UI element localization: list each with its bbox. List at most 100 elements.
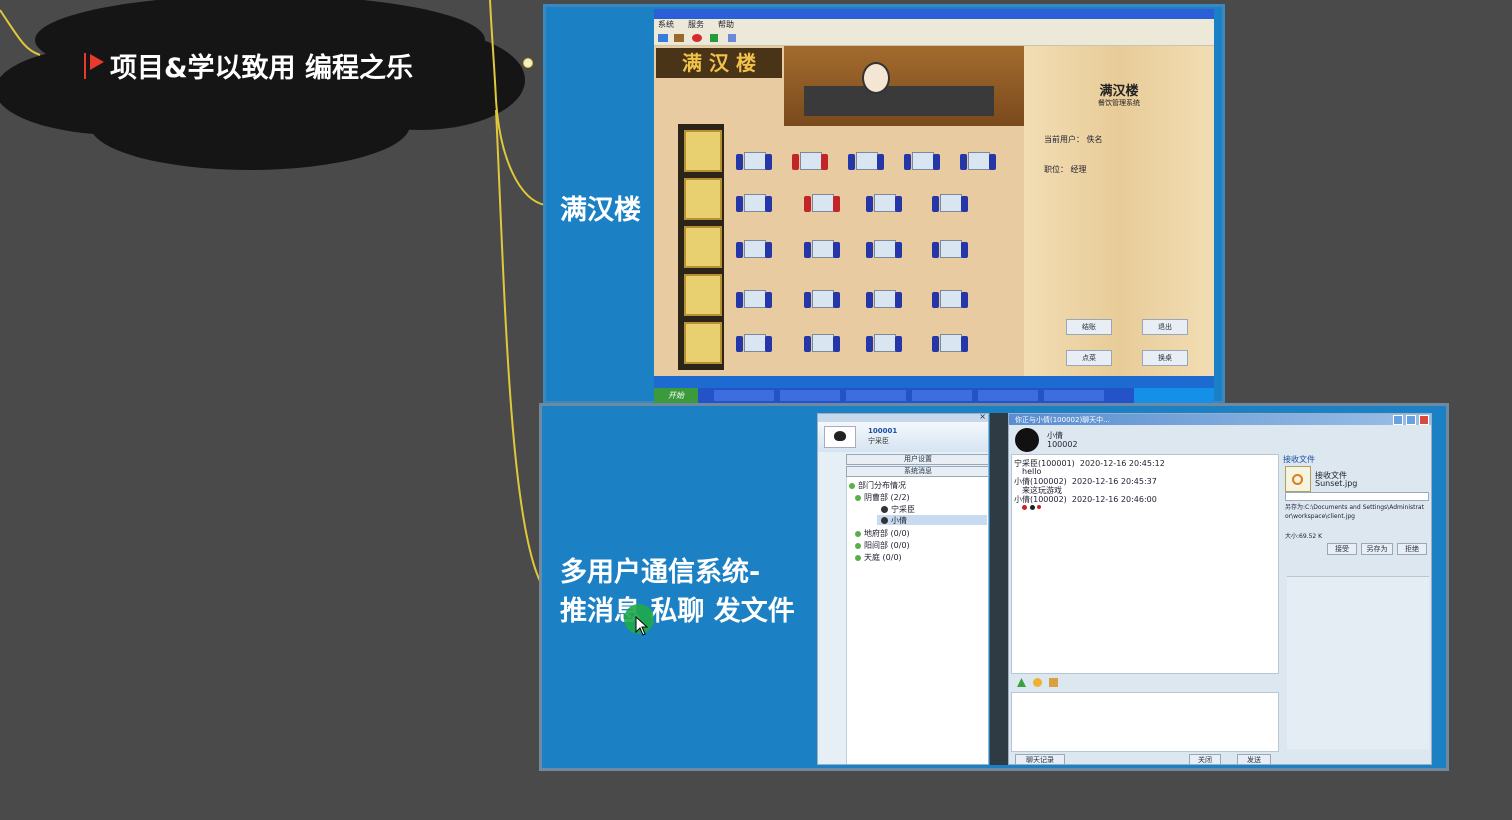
menu-help[interactable]: 帮助 xyxy=(718,19,734,31)
root-node-label[interactable]: 项目&学以致用 编程之乐 xyxy=(84,46,413,85)
role-label: 职位： 经理 xyxy=(1044,165,1087,174)
progress-bar xyxy=(1285,492,1429,501)
file-size: 大小:69.52 K xyxy=(1285,533,1323,540)
start-button[interactable]: 开始 xyxy=(654,388,698,403)
maximize-icon[interactable] xyxy=(1406,415,1416,425)
user-id: 100001 xyxy=(868,427,898,435)
image-icon[interactable] xyxy=(1049,678,1058,687)
peer-avatar xyxy=(1015,428,1039,452)
menu-service[interactable]: 服务 xyxy=(688,19,704,31)
user-avatar-icon xyxy=(881,506,888,513)
profile-header: 100001 宁采臣 xyxy=(818,422,988,452)
message-history[interactable]: 宁采臣(100001) 2020-12-16 20:45:12 hello 小倩… xyxy=(1011,454,1279,674)
taskbar-item[interactable] xyxy=(912,390,972,401)
table[interactable] xyxy=(804,328,840,358)
collapse-dot[interactable] xyxy=(523,58,533,68)
taskbar-item[interactable] xyxy=(714,390,774,401)
window-titlebar: 你正与小倩(100002)聊天中... xyxy=(1009,414,1431,425)
panel-title: 满汉楼 xyxy=(1099,84,1139,99)
table[interactable] xyxy=(736,284,772,314)
table[interactable] xyxy=(848,146,884,176)
file-receive-panel: 接收文件 接收文件 Sunset.jpg 另存为:C:\Documents an… xyxy=(1281,454,1431,574)
status-bar xyxy=(654,376,1214,388)
toolbar-icon[interactable] xyxy=(710,34,718,42)
file-name: Sunset.jpg xyxy=(1315,479,1358,488)
message-input[interactable] xyxy=(1011,692,1279,752)
send-button[interactable]: 发送 xyxy=(1237,754,1271,764)
group-icon xyxy=(855,494,861,501)
taskbar-item[interactable] xyxy=(1044,390,1104,401)
tree-node-department[interactable]: 阳间部 (0/0) xyxy=(855,540,910,551)
exit-button[interactable]: 退出 xyxy=(1142,319,1188,335)
toolbar-icon[interactable] xyxy=(674,34,684,42)
table[interactable] xyxy=(792,146,828,176)
user-settings-button[interactable]: 用户设置 xyxy=(846,454,988,465)
table[interactable] xyxy=(736,146,772,176)
window-gap xyxy=(990,413,1008,765)
avatar[interactable] xyxy=(824,426,856,448)
message-header: 小倩(100002) 2020-12-16 20:46:00 xyxy=(1014,495,1157,504)
font-icon[interactable] xyxy=(1017,678,1026,687)
chat-window-title: 你正与小倩(100002)聊天中... xyxy=(1015,416,1110,424)
topic-label-chat-line1: 多用户通信系统- xyxy=(560,557,761,588)
flag-icon xyxy=(84,52,86,79)
order-button[interactable]: 点菜 xyxy=(1066,350,1112,366)
reject-file-button[interactable]: 拒绝 xyxy=(1397,543,1427,555)
chat-window: 你正与小倩(100002)聊天中... 小倩 100002 宁采臣(100001… xyxy=(1008,413,1432,765)
emoji-icon[interactable] xyxy=(1033,678,1042,687)
accept-file-button[interactable]: 接受 xyxy=(1327,543,1357,555)
tree-node-department[interactable]: 阴曹部 (2/2) xyxy=(855,492,910,503)
table[interactable] xyxy=(932,328,968,358)
table[interactable] xyxy=(866,188,902,218)
close-icon[interactable]: × xyxy=(979,414,986,421)
chat-history-button[interactable]: 聊天记录 xyxy=(1015,754,1065,764)
table[interactable] xyxy=(804,188,840,218)
table[interactable] xyxy=(866,234,902,264)
save-as-button[interactable]: 另存为 xyxy=(1361,543,1393,555)
host-avatar xyxy=(862,62,890,94)
toolbar-icon[interactable] xyxy=(728,34,736,42)
checkout-button[interactable]: 结账 xyxy=(1066,319,1112,335)
topic-card-restaurant[interactable]: 满汉楼 系统 服务 帮助 满 汉 楼 满汉楼 餐饮管理系统 当前用户： 佚名 职… xyxy=(543,4,1225,404)
taskbar-item[interactable] xyxy=(978,390,1038,401)
table[interactable] xyxy=(736,188,772,218)
menu-system[interactable]: 系统 xyxy=(658,19,674,31)
os-taskbar: 开始 xyxy=(654,388,1214,403)
change-table-button[interactable]: 换桌 xyxy=(1142,350,1188,366)
system-messages-button[interactable]: 系统消息 xyxy=(846,466,988,477)
table[interactable] xyxy=(932,188,968,218)
tree-node-user-selected[interactable]: 小倩 xyxy=(877,515,987,525)
table[interactable] xyxy=(904,146,940,176)
info-panel: 满汉楼 餐饮管理系统 当前用户： 佚名 职位： 经理 结账 退出 点菜 换桌 xyxy=(1024,46,1214,376)
root-cloud-node[interactable] xyxy=(0,0,525,170)
window-titlebar: × xyxy=(818,414,988,422)
mouse-cursor-icon xyxy=(635,616,649,636)
window-titlebar xyxy=(654,9,1214,19)
heart-icon[interactable] xyxy=(692,34,702,42)
tree-node-department[interactable]: 天庭 (0/0) xyxy=(855,552,902,563)
table[interactable] xyxy=(804,234,840,264)
close-icon[interactable] xyxy=(1419,415,1429,425)
table[interactable] xyxy=(932,284,968,314)
table[interactable] xyxy=(804,284,840,314)
table[interactable] xyxy=(866,328,902,358)
table[interactable] xyxy=(736,328,772,358)
taskbar-item[interactable] xyxy=(780,390,840,401)
topic-card-chat[interactable]: 多用户通信系统- 推消息 私聊 发文件 × 100001 宁采臣 用户设置 系统… xyxy=(539,403,1449,771)
contact-list-window: × 100001 宁采臣 用户设置 系统消息 部门分布情况 阴曹部 (2/2) … xyxy=(817,413,989,765)
minimize-icon[interactable] xyxy=(1393,415,1403,425)
peer-id: 100002 xyxy=(1047,440,1078,449)
taskbar-item[interactable] xyxy=(846,390,906,401)
current-user-label: 当前用户： 佚名 xyxy=(1044,135,1103,144)
table[interactable] xyxy=(736,234,772,264)
table[interactable] xyxy=(932,234,968,264)
table[interactable] xyxy=(960,146,996,176)
restaurant-app-screenshot: 系统 服务 帮助 满 汉 楼 满汉楼 餐饮管理系统 当前用户： 佚名 职位： 经… xyxy=(654,9,1214,403)
toolbar-icon[interactable] xyxy=(658,34,668,42)
department-tree: 部门分布情况 阴曹部 (2/2) 宁采臣 小倩 地府部 (0/0) 阳间部 (0… xyxy=(846,477,988,764)
close-button[interactable]: 关闭 xyxy=(1189,754,1221,764)
tree-node-department[interactable]: 地府部 (0/0) xyxy=(855,528,910,539)
tree-node-root[interactable]: 部门分布情况 xyxy=(849,480,906,491)
table[interactable] xyxy=(866,284,902,314)
tree-node-user[interactable]: 宁采臣 xyxy=(881,504,915,515)
